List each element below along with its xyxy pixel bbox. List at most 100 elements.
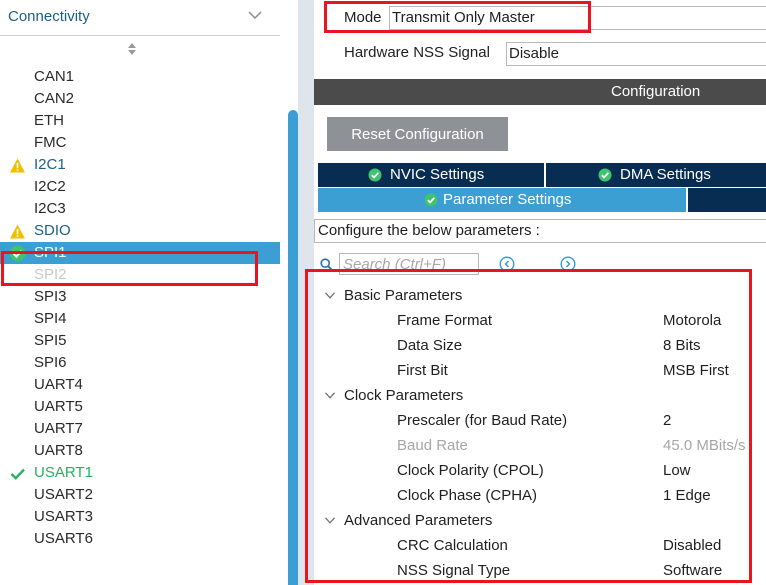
tab-parameter-label: Parameter Settings [443,191,572,208]
chevron-down-icon[interactable] [324,291,336,300]
peripheral-item-label: UART4 [34,376,83,393]
parameter-value[interactable]: Software [663,558,722,583]
tab-nvic-label: NVIC Settings [390,166,485,183]
peripheral-item-label: I2C3 [34,200,66,217]
tab-extra[interactable] [688,188,766,212]
peripheral-item-label: UART5 [34,398,83,415]
peripheral-panel: Connectivity CAN1 CAN2 ETH FMC I2C1 I2C2 I2C3 S… [0,0,288,585]
peripheral-item[interactable]: USART2 [0,484,280,506]
tab-parameter-settings[interactable]: Parameter Settings [318,188,686,212]
parameter-value[interactable]: 2 [663,408,671,433]
parameter-group-header[interactable]: Advanced Parameters [314,508,766,533]
tab-dma-settings[interactable]: DMA Settings [546,163,766,187]
parameter-value[interactable]: 8 Bits [663,333,701,358]
search-row [314,251,766,277]
chevron-down-icon[interactable] [324,391,336,400]
peripheral-item-label: SPI6 [34,354,67,371]
nss-select[interactable]: Disable [506,42,766,66]
parameter-name: Data Size [397,337,463,354]
pane-divider[interactable] [298,0,314,585]
peripheral-item-label: SDIO [34,222,71,239]
parameter-group-label: Advanced Parameters [344,512,493,529]
parameter-value[interactable]: Low [663,458,691,483]
peripheral-item-label: USART3 [34,508,93,525]
parameter-row[interactable]: CRC Calculation Disabled [314,533,766,558]
parameter-name: First Bit [397,362,448,379]
parameter-value[interactable]: MSB First [663,358,729,383]
parameter-value[interactable]: 1 Edge [663,483,711,508]
peripheral-item[interactable]: I2C1 [0,154,280,176]
peripheral-item-label: UART8 [34,442,83,459]
peripheral-item-label: SPI4 [34,310,67,327]
mode-row: Mode Transmit Only Master [314,0,766,36]
parameter-group-label: Clock Parameters [344,387,464,404]
parameter-group-label: Basic Parameters [344,287,463,304]
peripheral-item[interactable]: CAN1 [0,66,280,88]
peripheral-item[interactable]: CAN2 [0,88,280,110]
parameter-tree: Basic Parameters Frame Format Motorola Data… [314,283,766,583]
parameter-row[interactable]: First Bit MSB First [314,358,766,383]
peripheral-item[interactable]: SPI6 [0,352,280,374]
peripheral-item-label: I2C2 [34,178,66,195]
peripheral-item[interactable]: ETH [0,110,280,132]
mode-label: Mode [344,9,382,26]
search-input[interactable] [339,253,479,275]
chevron-down-icon[interactable] [246,8,264,22]
parameter-row[interactable]: Clock Phase (CPHA) 1 Edge [314,483,766,508]
peripheral-item[interactable]: FMC [0,132,280,154]
next-arrow-icon[interactable] [560,256,576,272]
peripheral-item-label: USART1 [34,464,93,481]
parameter-row[interactable]: Prescaler (for Baud Rate) 2 [314,408,766,433]
parameter-name: Prescaler (for Baud Rate) [397,412,568,429]
list-scrollbar[interactable] [288,110,298,585]
peripheral-item[interactable]: SPI4 [0,308,280,330]
peripheral-item-label: SPI5 [34,332,67,349]
peripheral-item[interactable]: I2C2 [0,176,280,198]
parameter-row[interactable]: Data Size 8 Bits [314,333,766,358]
warning-icon [10,224,25,239]
nss-row: Hardware NSS Signal Disable [314,40,766,70]
peripheral-item-label: SPI3 [34,288,67,305]
configure-instructions: Configure the below parameters : [314,219,766,243]
peripheral-item-label: FMC [34,134,67,151]
peripheral-item[interactable]: SPI5 [0,330,280,352]
peripheral-item-label: SPI1 [34,244,67,261]
peripheral-item[interactable]: USART1 [0,462,280,484]
peripheral-item[interactable]: SPI1 [0,242,280,264]
category-header[interactable]: Connectivity [0,0,280,36]
peripheral-item[interactable]: SDIO [0,220,280,242]
parameter-value[interactable]: Disabled [663,533,721,558]
check-circle-icon [598,168,612,182]
sort-icon[interactable] [126,42,138,56]
peripheral-item[interactable]: I2C3 [0,198,280,220]
category-title: Connectivity [8,8,90,25]
tab-dma-label: DMA Settings [620,166,711,183]
peripheral-item[interactable]: UART5 [0,396,280,418]
parameter-row[interactable]: Clock Polarity (CPOL) Low [314,458,766,483]
peripheral-item[interactable]: UART7 [0,418,280,440]
peripheral-item[interactable]: SPI2 [0,264,280,286]
mode-select[interactable]: Transmit Only Master [389,6,766,30]
configuration-title: Configuration [611,83,701,100]
peripheral-item-label: CAN2 [34,90,75,107]
parameter-row[interactable]: Frame Format Motorola [314,308,766,333]
peripheral-item-label: ETH [34,112,64,129]
chevron-down-icon[interactable] [324,516,336,525]
peripheral-item[interactable]: USART6 [0,528,280,550]
peripheral-item-label: I2C1 [34,156,66,173]
parameter-name: CRC Calculation [397,537,508,554]
peripheral-item[interactable]: UART8 [0,440,280,462]
previous-arrow-icon[interactable] [499,256,515,272]
parameter-name: NSS Signal Type [397,562,511,579]
parameter-group-header[interactable]: Clock Parameters [314,383,766,408]
peripheral-item[interactable]: SPI3 [0,286,280,308]
parameter-row[interactable]: NSS Signal Type Software [314,558,766,583]
parameter-group-header[interactable]: Basic Parameters [314,283,766,308]
parameter-value[interactable]: Motorola [663,308,721,333]
tab-nvic-settings[interactable]: NVIC Settings [318,163,544,187]
reset-configuration-button[interactable]: Reset Configuration [327,117,508,151]
peripheral-item[interactable]: USART3 [0,506,280,528]
peripheral-item-label: USART6 [34,530,93,547]
peripheral-item[interactable]: UART4 [0,374,280,396]
nss-label: Hardware NSS Signal [344,44,490,61]
